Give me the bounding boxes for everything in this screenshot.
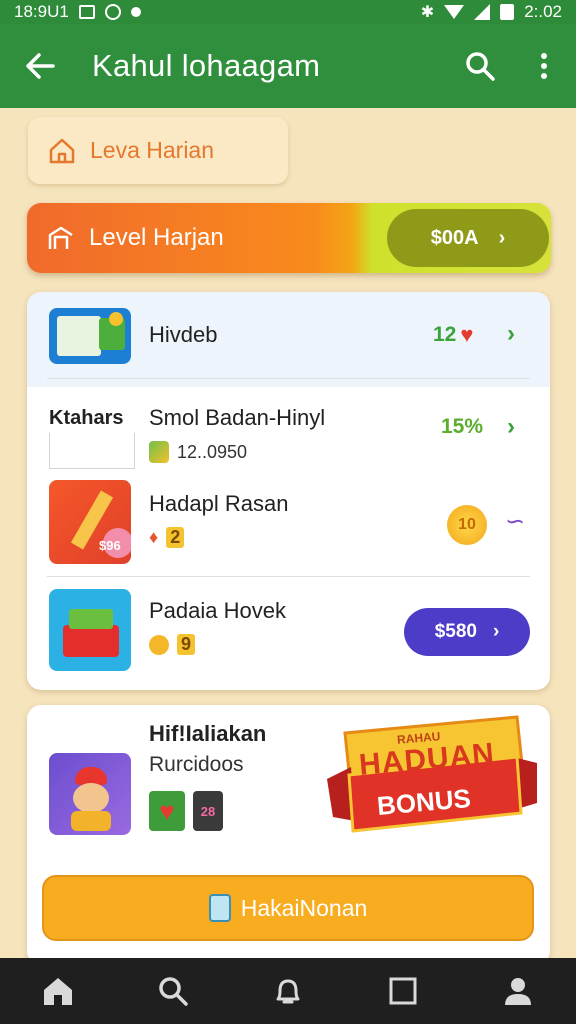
value-card-label: 28	[200, 803, 216, 819]
chip-label: Leva Harian	[90, 137, 215, 163]
bottom-nav	[0, 958, 576, 1024]
placeholder-frame	[49, 433, 135, 469]
list-item[interactable]: Padaia Hovek 9 $580 ›	[27, 584, 550, 684]
search-button[interactable]	[448, 24, 512, 108]
list-header-value: 12	[433, 323, 457, 346]
status-time: 18:9U1	[14, 2, 69, 21]
battery-icon	[500, 4, 515, 20]
coin-icon	[149, 634, 169, 655]
heart-card-icon: ♥	[149, 791, 185, 831]
value-card: 28	[193, 791, 223, 831]
level-label: Level Harjan	[89, 224, 224, 251]
list-header-title: Hivdeb	[149, 322, 218, 347]
chevron-right-icon: ›	[507, 320, 515, 347]
nav-search[interactable]	[143, 961, 203, 1021]
page-title: Kahul lohaagam	[92, 48, 321, 83]
status-clock: 2:.02	[524, 2, 562, 21]
arrow-left-icon	[26, 53, 55, 79]
bonus-card: Hif!Ialiakan Rurcidoos ♥ 28 RAHAU HADUAN…	[27, 705, 550, 965]
user-icon	[505, 978, 532, 1005]
nav-recents[interactable]	[373, 961, 433, 1021]
list-item-value: 10	[458, 516, 476, 533]
status-bar: 18:9U1 ✱ 2:.02	[0, 0, 576, 24]
gem-icon	[149, 441, 169, 463]
list-item-title: Smol Badan-Hinyl	[149, 405, 326, 430]
signal-icon	[474, 4, 491, 20]
bonus-badge: RAHAU HADUAN BONUS	[327, 713, 537, 843]
nav-home[interactable]	[28, 961, 88, 1021]
character-thumb-icon	[49, 753, 131, 835]
bonus-title: Hif!Ialiakan	[149, 721, 267, 746]
list-item-title: Hadapl Rasan	[149, 491, 289, 516]
claim-button-label: HakaiNonan	[240, 894, 368, 921]
home-icon	[43, 978, 72, 1005]
wifi-icon	[444, 5, 465, 19]
bug-icon: ✱	[420, 4, 435, 21]
level-icon	[48, 226, 73, 249]
basket-thumb-icon	[49, 589, 131, 671]
coin-icon: 10	[447, 505, 487, 545]
price-button[interactable]: $580 ›	[404, 608, 530, 656]
home-icon	[49, 138, 75, 163]
list-item-title: Padaia Hovek	[149, 598, 286, 623]
nav-profile[interactable]	[488, 961, 548, 1021]
list-header[interactable]: Hivdeb 12 ♥ ›	[27, 292, 550, 387]
heart-icon: ♥	[460, 322, 474, 347]
rewards-list-card: Hivdeb 12 ♥ › Ktahars Smol Badan-Hinyl 1…	[27, 292, 550, 690]
search-icon	[466, 52, 495, 81]
notification-dot-icon	[130, 7, 141, 17]
sync-icon	[104, 4, 121, 20]
more-vertical-icon	[541, 53, 547, 79]
thumb-badge: $96	[99, 538, 121, 553]
daily-chip[interactable]: Leva Harian	[28, 117, 288, 184]
chevron-right-icon: ›	[498, 226, 506, 249]
search-icon	[159, 977, 188, 1006]
list-item-left-label: Ktahars	[49, 407, 124, 429]
chevron-right-icon: ›	[492, 621, 500, 642]
level-banner[interactable]: Level Harjan $00A ›	[27, 203, 551, 273]
image-icon	[78, 5, 95, 19]
level-pill-value: $00A	[430, 226, 479, 249]
list-item[interactable]: $96 Hadapl Rasan ♦ 2 10 ∽	[27, 477, 550, 577]
bell-icon	[276, 979, 300, 1004]
list-item-value: 15%	[441, 415, 484, 438]
chest-icon: ♦	[149, 527, 159, 547]
more-menu-button[interactable]	[512, 24, 576, 108]
price-button-label: $580	[434, 621, 477, 642]
link-icon: ∽	[505, 508, 526, 535]
divider	[47, 576, 530, 577]
square-icon	[389, 977, 417, 1005]
list-item-sub: 9	[177, 634, 196, 655]
divider	[47, 378, 530, 379]
chevron-right-icon: ›	[507, 413, 515, 440]
app-bar: Kahul lohaagam	[0, 24, 576, 108]
robot-icon	[208, 894, 231, 922]
tool-thumb-icon: $96	[49, 480, 131, 564]
bonus-subtitle: Rurcidoos	[149, 753, 244, 776]
list-item-sub: 12..0950	[177, 441, 248, 462]
document-thumb-icon	[49, 308, 131, 364]
back-button[interactable]	[0, 24, 80, 108]
nav-notifications[interactable]	[258, 961, 318, 1021]
list-item[interactable]: Ktahars Smol Badan-Hinyl 12..0950 15% ›	[27, 387, 550, 477]
level-pill-button[interactable]: $00A ›	[387, 209, 549, 267]
list-item-sub: 2	[166, 527, 185, 548]
claim-button[interactable]: HakaiNonan	[42, 875, 534, 941]
